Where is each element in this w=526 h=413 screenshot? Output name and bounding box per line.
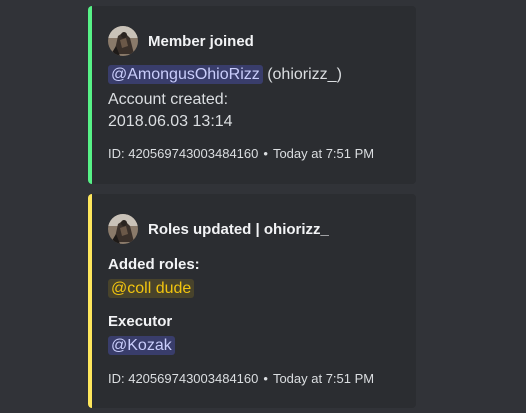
footer-timestamp: Today at 7:51 PM — [272, 371, 375, 386]
embed-accent-bar — [88, 194, 92, 408]
account-created-label: Account created: — [108, 91, 229, 108]
executor-value: @Kozak — [108, 336, 175, 355]
embed-author-name: Roles updated | ohiorizz_ — [148, 220, 329, 238]
embed-author: Roles updated | ohiorizz_ — [108, 214, 329, 244]
roles-updated-embed: Roles updated | ohiorizz_ Added roles: @… — [88, 194, 416, 408]
added-roles-value: @coll dude — [108, 279, 195, 298]
embed-author: Member joined — [108, 26, 254, 56]
footer-separator: • — [263, 146, 268, 161]
footer-id: ID: 420569743003484160 — [108, 371, 259, 386]
footer-id: ID: 420569743003484160 — [108, 146, 259, 161]
role-mention[interactable]: @coll dude — [108, 279, 195, 298]
embed-footer: ID: 420569743003484160 • Today at 7:51 PM — [108, 146, 374, 161]
footer-timestamp: Today at 7:51 PM — [272, 146, 375, 161]
user-mention[interactable]: @Kozak — [108, 336, 175, 355]
embed-footer: ID: 420569743003484160 • Today at 7:51 PM — [108, 371, 374, 386]
user-mention[interactable]: @AmongusOhioRizz — [108, 65, 263, 84]
executor-label: Executor — [108, 313, 173, 330]
footer-separator: • — [263, 371, 268, 386]
user-avatar-icon[interactable] — [108, 26, 138, 56]
username-text: (ohiorizz_) — [267, 66, 342, 83]
member-joined-embed: Member joined @AmongusOhioRizz (ohiorizz… — [88, 6, 416, 184]
member-line: @AmongusOhioRizz (ohiorizz_) — [108, 65, 342, 84]
added-roles-label: Added roles: — [108, 256, 200, 273]
embed-author-name: Member joined — [148, 32, 254, 50]
embed-accent-bar — [88, 6, 92, 184]
account-created-value: 2018.06.03 13:14 — [108, 113, 233, 130]
user-avatar-icon[interactable] — [108, 214, 138, 244]
